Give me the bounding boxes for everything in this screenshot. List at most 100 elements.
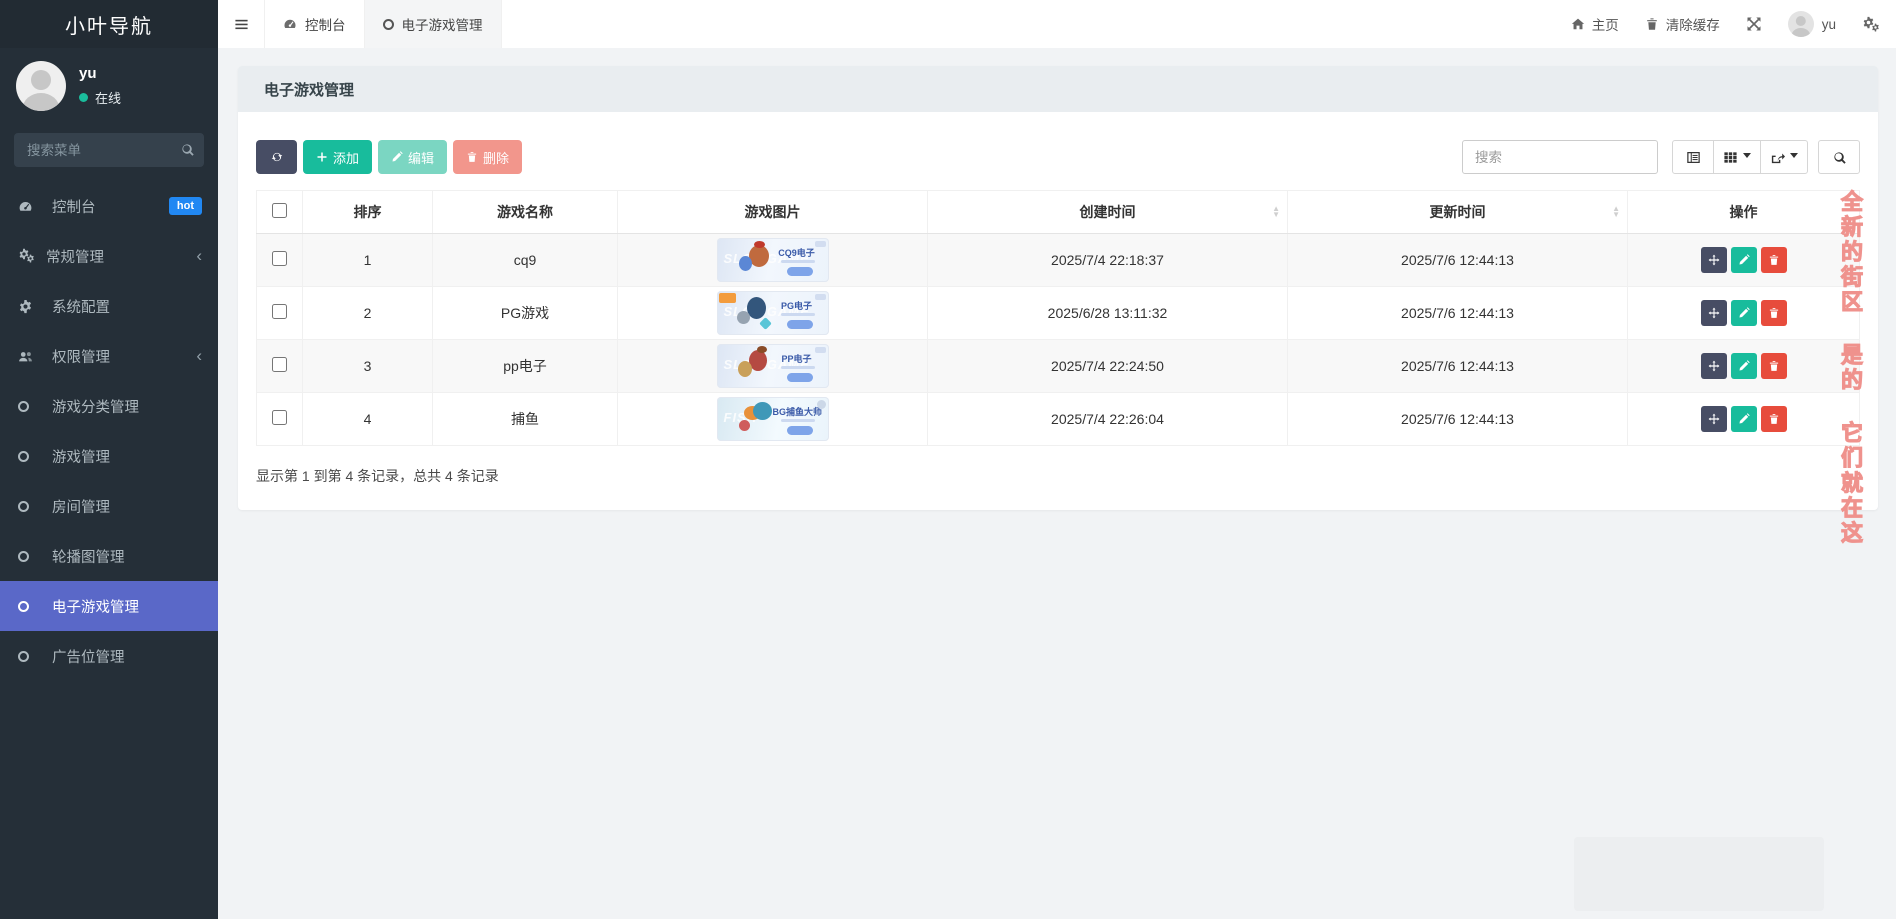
- sidebar-item-general-management[interactable]: 常规管理: [0, 231, 218, 281]
- menu-search-input[interactable]: [14, 133, 204, 167]
- cell-updated: 2025/7/6 12:44:13: [1287, 339, 1628, 393]
- col-game-name: 游戏名称: [432, 190, 618, 234]
- move-icon: [1708, 360, 1720, 372]
- edit-row-button[interactable]: [1730, 300, 1757, 326]
- sort-arrows-icon: ▲ ▼: [1612, 204, 1620, 219]
- user-status-label: 在线: [95, 91, 122, 106]
- table-search-input[interactable]: [1462, 140, 1658, 174]
- circle-o-icon: [18, 450, 42, 462]
- cell-created: 2025/7/4 22:18:37: [927, 233, 1288, 287]
- cell-created: 2025/7/4 22:24:50: [927, 339, 1288, 393]
- user-avatar: [16, 61, 66, 111]
- toolbar-right: [1462, 140, 1860, 174]
- edit-row-button[interactable]: [1730, 353, 1757, 379]
- brand-logo[interactable]: 小叶导航: [0, 0, 218, 48]
- move-row-button[interactable]: [1700, 353, 1727, 379]
- delete-row-button[interactable]: [1760, 300, 1787, 326]
- move-row-button[interactable]: [1700, 247, 1727, 273]
- col-updated-time[interactable]: 更新时间 ▲ ▼: [1287, 190, 1628, 234]
- panel: 电子游戏管理 添加 编辑 删除 搜索 排序 游戏名称 游戏图片 创建时间 ▲ ▼…: [238, 66, 1878, 510]
- sidebar-item-ad-slot-management[interactable]: 广告位管理: [0, 631, 218, 681]
- circle-o-icon: [18, 650, 42, 662]
- home-icon: [1571, 17, 1585, 31]
- edit-row-button[interactable]: [1730, 247, 1757, 273]
- edit-row-button[interactable]: [1730, 406, 1757, 432]
- sidebar-item-carousel-management[interactable]: 轮播图管理: [0, 531, 218, 581]
- tab-label: 电子游戏管理: [401, 18, 483, 33]
- refresh-button[interactable]: [256, 140, 297, 174]
- chevron-left-icon: [196, 247, 202, 265]
- table-row: 1 cq9 SLOT GAME CQ9电子: [256, 233, 1860, 287]
- caret-down-icon: [1743, 152, 1751, 162]
- sidebar-item-label: 权限管理: [52, 349, 110, 366]
- cell-created: 2025/7/4 22:26:04: [927, 392, 1288, 446]
- edit-button[interactable]: 编辑: [378, 140, 448, 174]
- pencil-icon: [1738, 307, 1750, 319]
- user-avatar: [1787, 11, 1814, 37]
- hot-tag-icon: [718, 293, 736, 303]
- move-icon: [1708, 413, 1720, 425]
- row-checkbox[interactable]: [272, 357, 287, 372]
- tab-label: 控制台: [305, 18, 346, 33]
- select-all-checkbox[interactable]: [272, 203, 287, 218]
- sidebar-item-game-management[interactable]: 游戏管理: [0, 431, 218, 481]
- sidebar-item-label: 轮播图管理: [52, 549, 125, 566]
- pagination-toggle-button[interactable]: [1672, 140, 1714, 174]
- games-table: 排序 游戏名称 游戏图片 创建时间 ▲ ▼ 更新时间 ▲ ▼ 操作 1 cq9 …: [256, 190, 1860, 446]
- sidebar-search: [14, 133, 204, 167]
- sidebar-item-electronic-game-management[interactable]: 电子游戏管理: [0, 581, 218, 631]
- delete-button[interactable]: 删除: [453, 140, 523, 174]
- pencil-icon: [1738, 254, 1750, 266]
- expand-arrows-icon: [1746, 16, 1762, 32]
- fullscreen-button[interactable]: [1746, 16, 1762, 32]
- search-toggle-button[interactable]: [1818, 140, 1860, 174]
- row-checkbox[interactable]: [272, 304, 287, 319]
- cell-sort: 2: [302, 286, 433, 340]
- hamburger-menu-icon[interactable]: [218, 0, 264, 48]
- sidebar-item-console[interactable]: 控制台 hot: [0, 181, 218, 231]
- sidebar-item-game-category-management[interactable]: 游戏分类管理: [0, 381, 218, 431]
- cell-sort: 3: [302, 339, 433, 393]
- tab-console[interactable]: 控制台: [264, 0, 365, 48]
- app-root: 小叶导航 yu 在线 控制台 hot 常规管理: [0, 0, 1896, 919]
- settings-button[interactable]: [1862, 16, 1882, 33]
- trash-icon: [1768, 360, 1780, 372]
- sidebar: 小叶导航 yu 在线 控制台 hot 常规管理: [0, 0, 218, 919]
- cogs-icon: [18, 248, 36, 264]
- row-checkbox[interactable]: [272, 251, 287, 266]
- move-row-button[interactable]: [1700, 406, 1727, 432]
- sidebar-item-system-config[interactable]: 系统配置: [0, 281, 218, 331]
- delete-row-button[interactable]: [1760, 247, 1787, 273]
- cell-updated: 2025/7/6 12:44:13: [1287, 233, 1628, 287]
- columns-button[interactable]: [1713, 140, 1761, 174]
- user-menu[interactable]: yu: [1787, 11, 1836, 37]
- delete-row-button[interactable]: [1760, 353, 1787, 379]
- delete-row-button[interactable]: [1760, 406, 1787, 432]
- col-created-time[interactable]: 创建时间 ▲ ▼: [927, 190, 1288, 234]
- cell-game-image: FISH BG捕鱼大师: [617, 392, 928, 446]
- panel-body: 添加 编辑 删除 搜索 排序 游戏名称 游戏图片 创建时间 ▲ ▼ 更新时间 ▲…: [238, 112, 1878, 510]
- col-game-image: 游戏图片: [617, 190, 928, 234]
- main-column: 控制台 电子游戏管理 主页 清除缓存 yu 电子游戏管理 添加 编辑 删除 搜索…: [218, 0, 1896, 919]
- cell-actions: [1627, 339, 1860, 393]
- trash-icon: [1645, 17, 1659, 31]
- game-banner-image: SLOT GAME PP电子: [716, 344, 829, 388]
- cell-game-name: cq9: [432, 233, 618, 287]
- tab-electronic-game-management[interactable]: 电子游戏管理: [364, 0, 502, 48]
- sidebar-item-permission-management[interactable]: 权限管理: [0, 331, 218, 381]
- cell-actions: [1627, 392, 1860, 446]
- move-row-button[interactable]: [1700, 300, 1727, 326]
- cell-game-name: pp电子: [432, 339, 618, 393]
- add-button[interactable]: 添加: [303, 140, 373, 174]
- clear-cache-link[interactable]: 清除缓存: [1645, 14, 1720, 34]
- row-checkbox[interactable]: [272, 410, 287, 425]
- home-link[interactable]: 主页: [1571, 14, 1619, 34]
- menu-search-icon[interactable]: [180, 142, 195, 159]
- cell-updated: 2025/7/6 12:44:13: [1287, 392, 1628, 446]
- circle-o-icon: [18, 400, 42, 412]
- export-button[interactable]: [1760, 140, 1808, 174]
- user-status: 在线: [79, 88, 121, 107]
- sidebar-item-room-management[interactable]: 房间管理: [0, 481, 218, 531]
- refresh-icon: [271, 151, 283, 163]
- page-title: 电子游戏管理: [238, 66, 1878, 112]
